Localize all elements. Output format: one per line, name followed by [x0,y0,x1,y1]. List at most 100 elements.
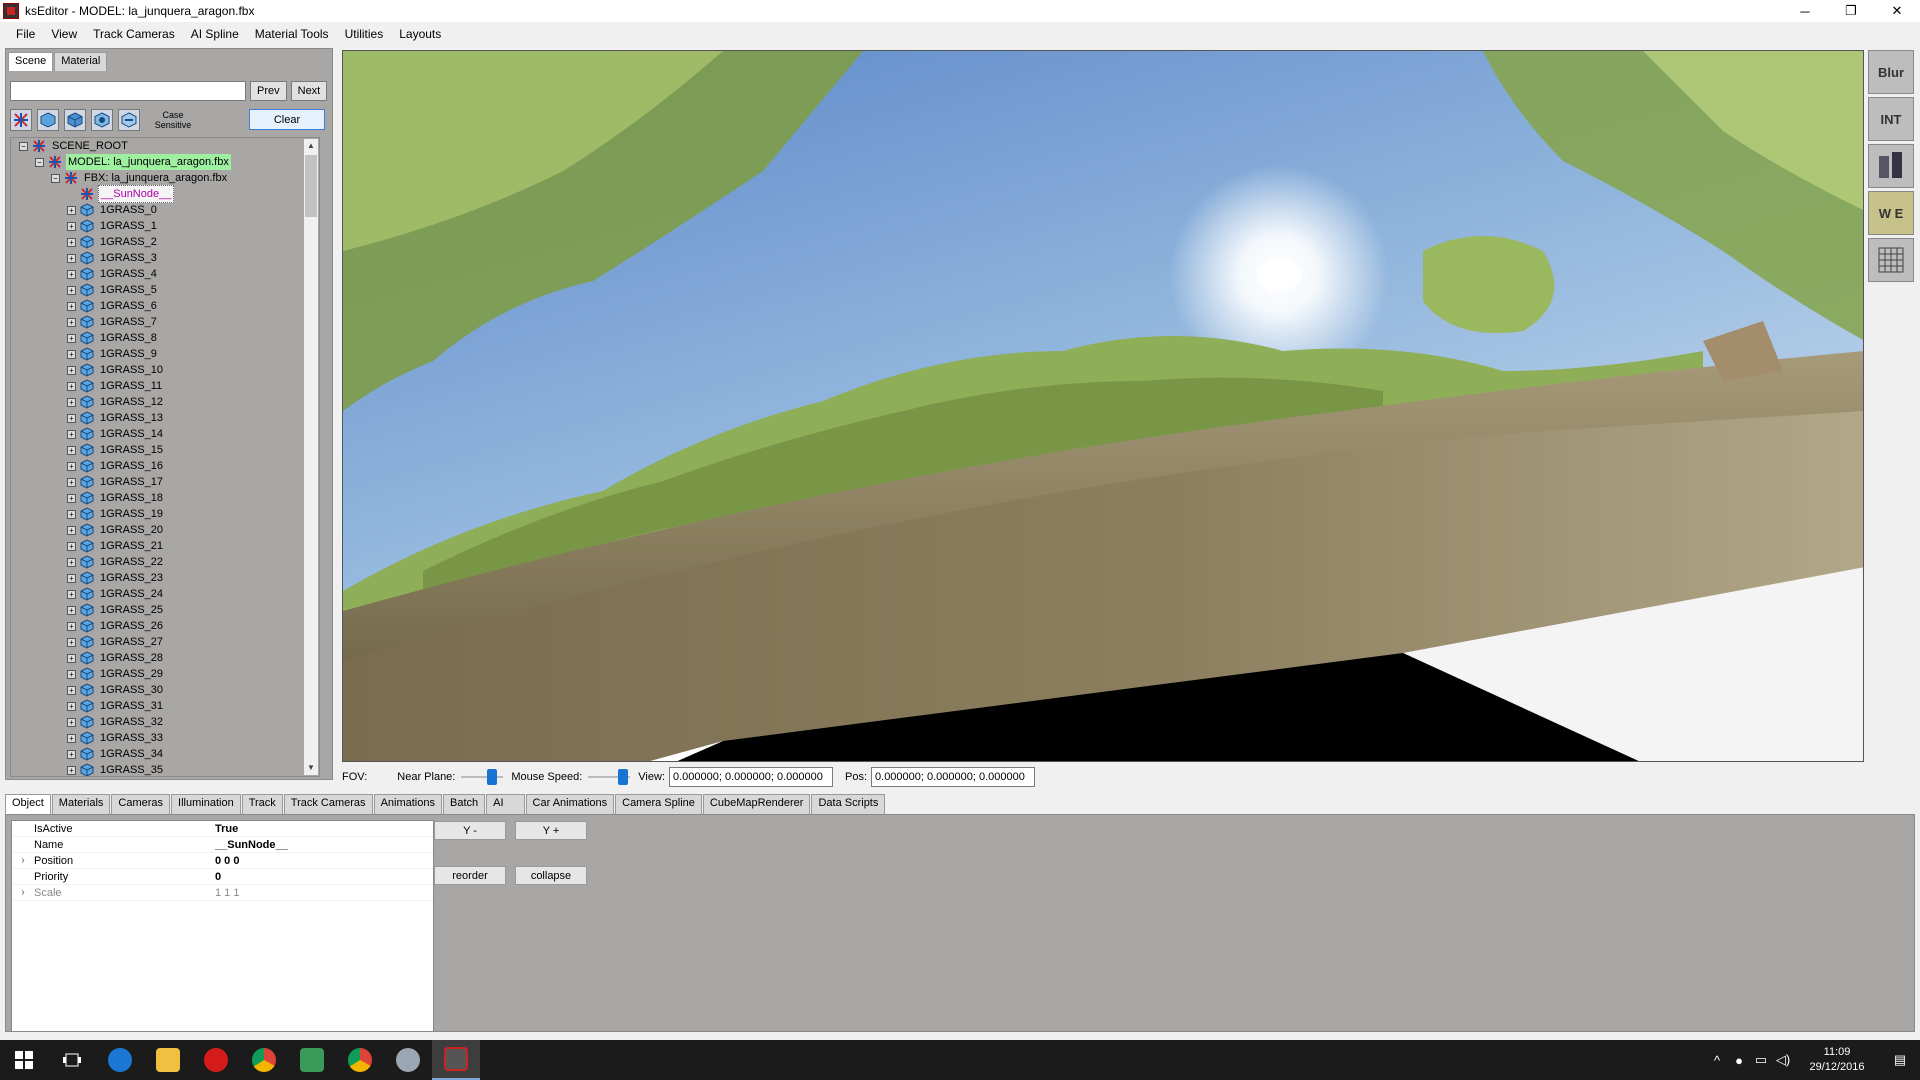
tree-node[interactable]: +1GRASS_17 [11,474,319,490]
restore-button[interactable]: ❐ [1828,0,1874,22]
tree-expander-icon[interactable]: + [67,765,76,775]
prev-button[interactable]: Prev [250,81,287,101]
property-grid[interactable]: IsActive True Name __SunNode__ › Position 0 0 … [11,820,434,1032]
tree-node[interactable]: +1GRASS_4 [11,266,319,282]
tree-expander-icon[interactable]: + [67,285,76,295]
filter-skinned-icon[interactable] [64,109,86,131]
tree-expander-icon[interactable]: + [67,237,76,247]
tree-node[interactable]: − FBX: la_junquera_aragon.fbx [11,170,319,186]
tree-node[interactable]: +1GRASS_12 [11,394,319,410]
tree-node[interactable]: +1GRASS_27 [11,634,319,650]
blur-toggle-button[interactable]: Blur [1868,50,1914,94]
property-row[interactable]: IsActive True [12,821,433,837]
scroll-up-icon[interactable]: ▲ [304,139,318,153]
tree-expander-icon[interactable]: + [67,205,76,215]
tree-node[interactable]: − MODEL: la_junquera_aragon.fbx [11,154,319,170]
tree-expander-icon[interactable]: + [67,509,76,519]
tree-expander-icon[interactable]: + [67,317,76,327]
notifications-icon[interactable]: ▤ [1880,1052,1920,1068]
tree-node[interactable]: +1GRASS_6 [11,298,319,314]
tree-node[interactable]: +1GRASS_18 [11,490,319,506]
tree-expander-icon[interactable]: − [51,173,60,183]
steam-icon[interactable]: ● [1728,1053,1750,1068]
3ds-app[interactable] [288,1040,336,1080]
tree-expander-icon[interactable]: + [67,589,76,599]
network-icon[interactable]: ▭ [1750,1052,1772,1068]
clock[interactable]: 11:09 29/12/2016 [1794,1045,1880,1075]
tree-scrollbar[interactable]: ▲ ▼ [304,139,318,775]
tree-expander-icon[interactable]: + [67,445,76,455]
tree-expander-icon[interactable]: + [67,525,76,535]
tab-object[interactable]: Object [5,794,51,814]
tree-expander-icon[interactable]: + [67,541,76,551]
y-plus-button[interactable]: Y + [515,821,587,840]
tree-expander-icon[interactable]: − [35,157,44,167]
tree-expander-icon[interactable]: + [67,365,76,375]
chevron-up-icon[interactable]: ^ [1706,1053,1728,1068]
property-row[interactable]: Priority 0 [12,869,433,885]
tree-node[interactable]: +1GRASS_24 [11,586,319,602]
kseditor-app[interactable] [432,1040,480,1080]
y-minus-button[interactable]: Y - [434,821,506,840]
tab-materials[interactable]: Materials [51,794,111,814]
tree-expander-icon[interactable]: + [67,221,76,231]
tree-node[interactable]: +1GRASS_23 [11,570,319,586]
tab-camera-spline[interactable]: Camera Spline [615,794,702,814]
tree-node[interactable]: − SCENE_ROOT [11,138,319,154]
interior-toggle-button[interactable]: INT [1868,97,1914,141]
tree-node[interactable]: __SunNode__ [11,185,319,203]
pos-field[interactable] [871,767,1036,787]
grid-toggle-button[interactable] [1868,238,1914,282]
tab-cubemaprenderer[interactable]: CubeMapRenderer [702,794,811,814]
tab-scene[interactable]: Scene [8,52,54,71]
tree-node[interactable]: +1GRASS_0 [11,202,319,218]
mouse-speed-slider-knob[interactable] [618,769,629,785]
tree-expander-icon[interactable]: + [67,333,76,343]
tree-node[interactable]: +1GRASS_29 [11,666,319,682]
tree-node[interactable]: +1GRASS_16 [11,458,319,474]
view-field[interactable] [669,767,833,787]
tree-expander-icon[interactable]: + [67,637,76,647]
tree-expander-icon[interactable]: + [67,557,76,567]
tab-ai[interactable]: AI [486,794,525,814]
chrome-app-2[interactable] [336,1040,384,1080]
tree-node[interactable]: +1GRASS_35 [11,762,319,776]
tab-data-scripts[interactable]: Data Scripts [811,794,886,814]
tree-expander-icon[interactable]: + [67,749,76,759]
tree-node[interactable]: +1GRASS_25 [11,602,319,618]
tree-node[interactable]: +1GRASS_31 [11,698,319,714]
start-button[interactable] [0,1040,48,1080]
tree-expander-icon[interactable]: + [67,253,76,263]
tab-animations[interactable]: Animations [373,794,442,814]
menu-utilities[interactable]: Utilities [337,27,392,41]
tree-node[interactable]: +1GRASS_30 [11,682,319,698]
tree-expander-icon[interactable]: + [67,477,76,487]
property-row[interactable]: Name __SunNode__ [12,837,433,853]
filter-mesh-icon[interactable] [37,109,59,131]
tree-expander-icon[interactable]: + [67,733,76,743]
file-explorer-app[interactable] [144,1040,192,1080]
property-value[interactable]: 1 1 1 [215,885,239,900]
menu-ai-spline[interactable]: AI Spline [183,27,247,41]
filter-texture-icon[interactable] [118,109,140,131]
property-value[interactable]: 0 0 0 [215,853,239,868]
tree-expander-icon[interactable]: − [19,141,28,151]
tree-expander-icon[interactable]: + [67,493,76,503]
tree-expander-icon[interactable]: + [67,269,76,279]
tree-node[interactable]: +1GRASS_1 [11,218,319,234]
menu-file[interactable]: File [8,27,43,41]
tab-cameras[interactable]: Cameras [111,794,171,814]
tree-expander-icon[interactable]: + [67,461,76,471]
tree-node[interactable]: +1GRASS_2 [11,234,319,250]
menu-material-tools[interactable]: Material Tools [247,27,337,41]
tree-node[interactable]: +1GRASS_22 [11,554,319,570]
tree-expander-icon[interactable]: + [67,573,76,583]
tree-expander-icon[interactable]: + [67,685,76,695]
search-input[interactable] [10,81,246,101]
tree-expander-icon[interactable]: + [67,301,76,311]
scroll-thumb[interactable] [305,155,317,217]
tab-batch[interactable]: Batch [442,794,486,814]
3d-viewport[interactable] [342,50,1864,762]
near-plane-slider[interactable] [461,769,504,785]
property-value[interactable]: 0 [215,869,221,884]
